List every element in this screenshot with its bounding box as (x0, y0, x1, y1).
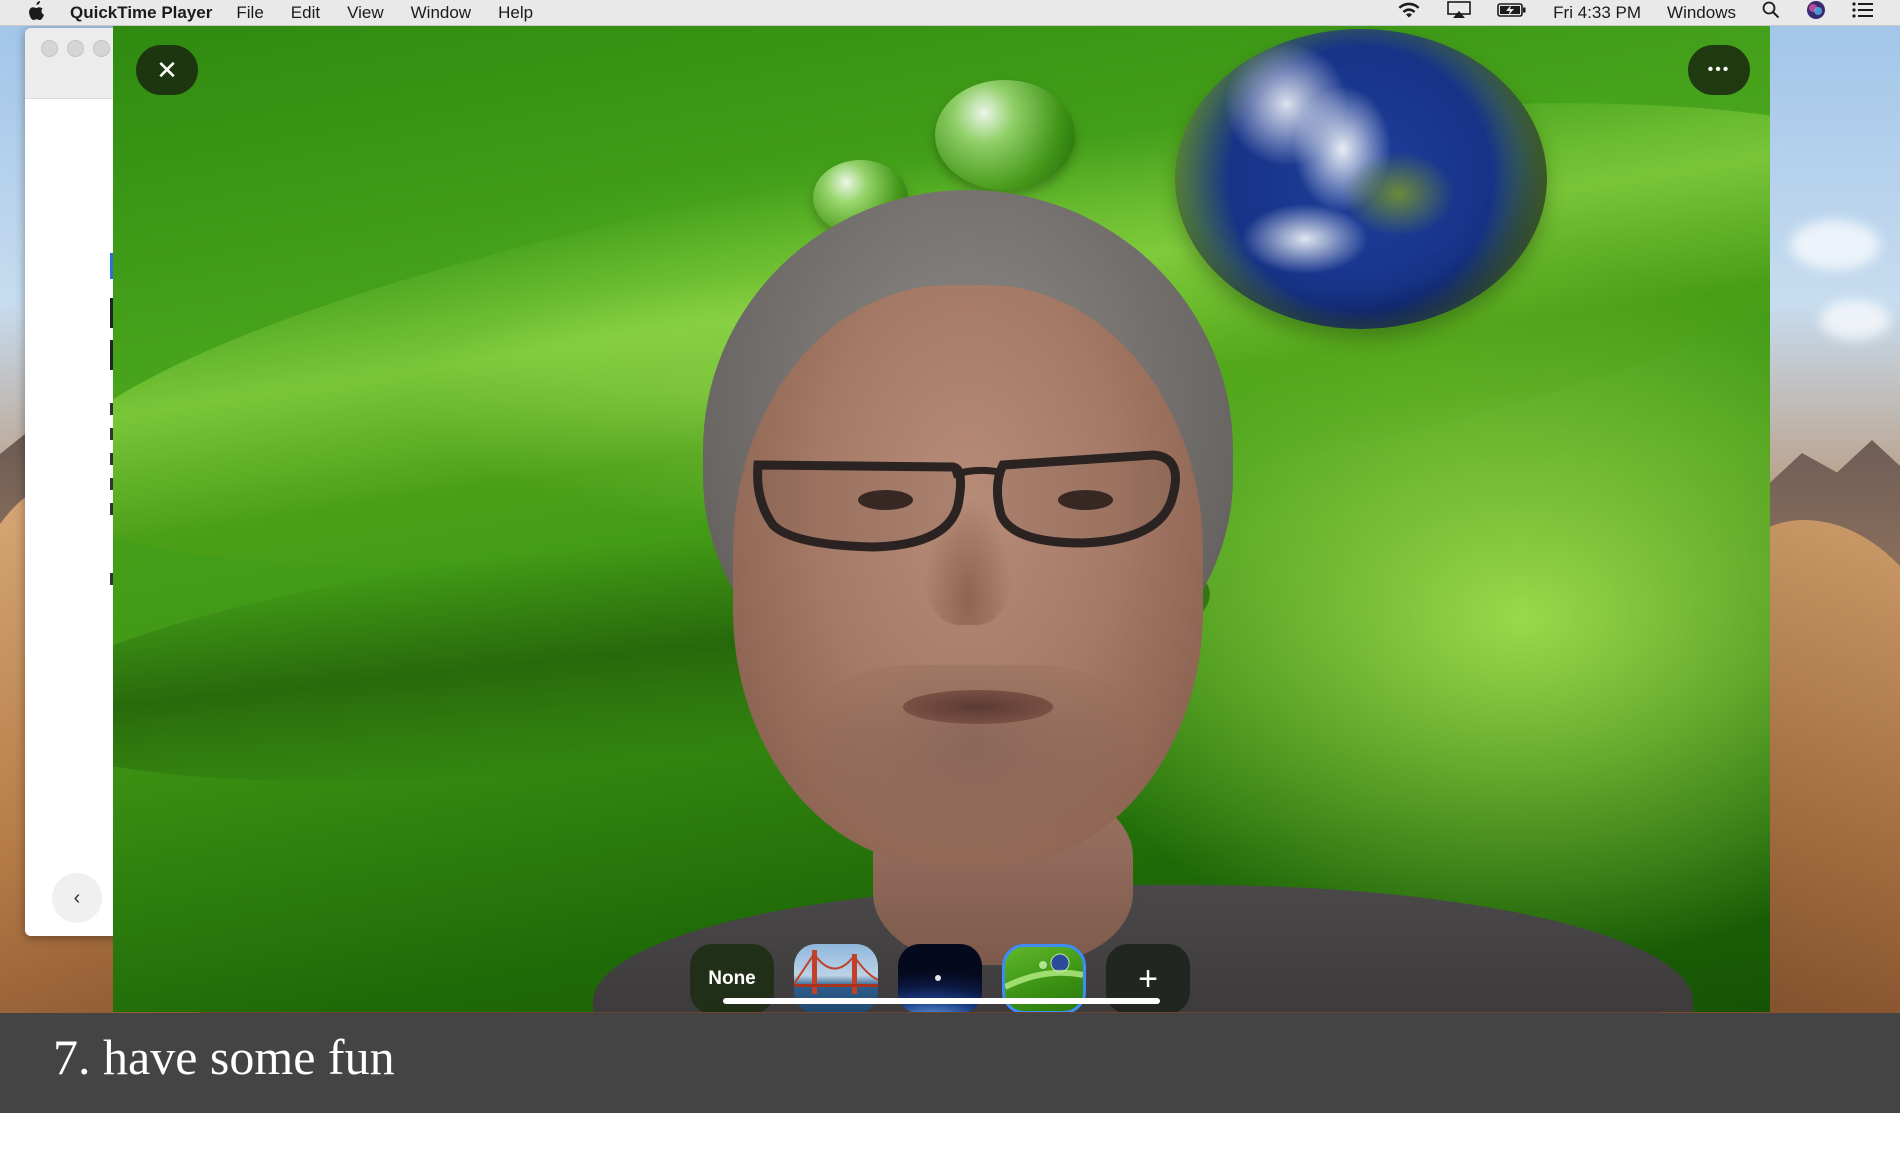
spotlight-search-icon[interactable] (1762, 1, 1780, 24)
video-call-view: ✕ ••• None + (113, 25, 1770, 1012)
chevron-left-icon: ‹ (73, 886, 81, 909)
water-drop (935, 80, 1075, 190)
ellipsis-icon: ••• (1707, 61, 1731, 78)
earth-globe-drop (1175, 29, 1547, 329)
siri-icon[interactable] (1806, 0, 1826, 25)
status-menus: Fri 4:33 PM Windows (1397, 0, 1900, 25)
battery-charging-icon[interactable] (1497, 2, 1527, 23)
caption-text: 7. have some fun (53, 1029, 395, 1085)
bottom-margin (0, 1113, 1900, 1152)
apple-menu-icon[interactable] (26, 0, 48, 25)
menu-user[interactable]: Windows (1667, 3, 1736, 23)
menu-bar: QuickTime Player File Edit View Window H… (0, 0, 1900, 26)
menu-edit[interactable]: Edit (291, 3, 320, 23)
background-window-titlebar (25, 28, 127, 99)
notification-center-icon[interactable] (1852, 2, 1874, 23)
background-window: ‹ (25, 28, 127, 936)
eyeglasses (753, 450, 1180, 552)
person-mouth (903, 690, 1053, 724)
minimize-window-button[interactable] (67, 40, 84, 57)
menu-app-name[interactable]: QuickTime Player (70, 3, 212, 23)
close-window-button[interactable] (41, 40, 58, 57)
plus-icon: + (1138, 959, 1158, 998)
close-icon: ✕ (156, 54, 178, 85)
zoom-window-button[interactable] (93, 40, 110, 57)
close-video-button[interactable]: ✕ (136, 45, 198, 95)
home-indicator (723, 998, 1160, 1004)
menu-view[interactable]: View (347, 3, 384, 23)
back-button[interactable]: ‹ (52, 873, 102, 923)
menu-file[interactable]: File (236, 3, 263, 23)
cloud (1790, 220, 1880, 270)
cloud (1820, 300, 1890, 340)
background-option-label: None (708, 968, 756, 989)
menu-window[interactable]: Window (411, 3, 471, 23)
airplay-icon[interactable] (1447, 1, 1471, 24)
more-options-button[interactable]: ••• (1688, 45, 1750, 95)
wifi-icon[interactable] (1397, 1, 1421, 24)
menu-clock[interactable]: Fri 4:33 PM (1553, 3, 1641, 23)
menu-help[interactable]: Help (498, 3, 533, 23)
